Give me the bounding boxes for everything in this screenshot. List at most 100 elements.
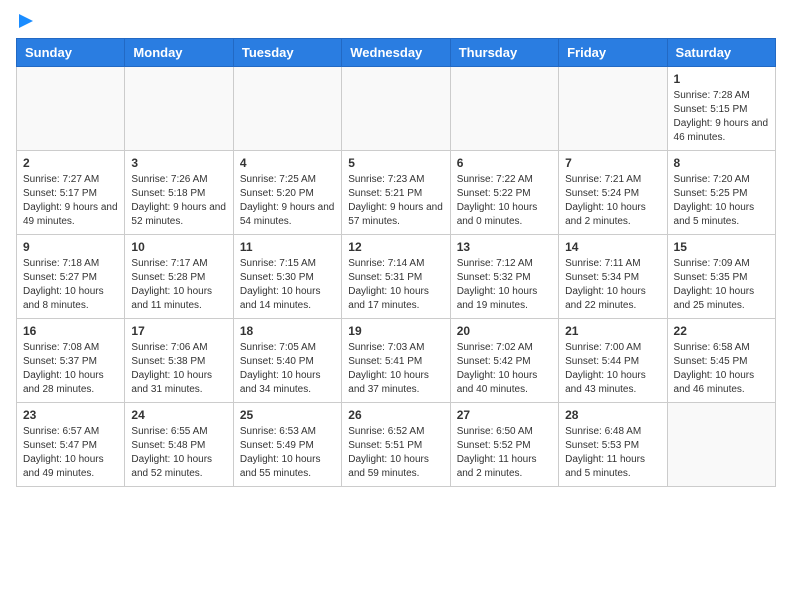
day-number: 20 (457, 324, 552, 338)
calendar-day-cell: 21 Sunrise: 7:00 AM Sunset: 5:44 PM Dayli… (559, 319, 667, 403)
weekday-header-friday: Friday (559, 39, 667, 67)
day-info: Sunrise: 7:03 AM Sunset: 5:41 PM Dayligh… (348, 341, 443, 397)
weekday-header-thursday: Thursday (450, 39, 558, 67)
calendar-day-cell: 9 Sunrise: 7:18 AM Sunset: 5:27 PM Daylig… (17, 235, 125, 319)
logo-arrow-icon (17, 12, 35, 30)
day-info: Sunrise: 7:05 AM Sunset: 5:40 PM Dayligh… (240, 341, 335, 397)
day-info: Sunrise: 7:21 AM Sunset: 5:24 PM Dayligh… (565, 173, 660, 229)
day-info: Sunrise: 6:53 AM Sunset: 5:49 PM Dayligh… (240, 425, 335, 481)
calendar-day-cell: 5 Sunrise: 7:23 AM Sunset: 5:21 PM Daylig… (342, 151, 450, 235)
calendar-day-cell: 18 Sunrise: 7:05 AM Sunset: 5:40 PM Dayli… (233, 319, 341, 403)
calendar-day-cell: 23Sunrise: 6:57 AM Sunset: 5:47 PM Dayli… (17, 403, 125, 487)
calendar-day-cell: 25 Sunrise: 6:53 AM Sunset: 5:49 PM Dayli… (233, 403, 341, 487)
calendar-day-cell (667, 403, 775, 487)
day-number: 19 (348, 324, 443, 338)
calendar-day-cell: 8 Sunrise: 7:20 AM Sunset: 5:25 PM Daylig… (667, 151, 775, 235)
calendar-day-cell (450, 67, 558, 151)
calendar-day-cell (125, 67, 233, 151)
day-info: Sunrise: 7:00 AM Sunset: 5:44 PM Dayligh… (565, 341, 660, 397)
calendar-header-row: SundayMondayTuesdayWednesdayThursdayFrid… (17, 39, 776, 67)
day-number: 2 (23, 156, 118, 170)
weekday-header-sunday: Sunday (17, 39, 125, 67)
day-number: 25 (240, 408, 335, 422)
day-info: Sunrise: 7:18 AM Sunset: 5:27 PM Dayligh… (23, 257, 118, 313)
weekday-header-saturday: Saturday (667, 39, 775, 67)
day-number: 3 (131, 156, 226, 170)
day-number: 28 (565, 408, 660, 422)
day-number: 18 (240, 324, 335, 338)
day-number: 22 (674, 324, 769, 338)
calendar-day-cell: 3 Sunrise: 7:26 AM Sunset: 5:18 PM Daylig… (125, 151, 233, 235)
calendar-day-cell: 1 Sunrise: 7:28 AM Sunset: 5:15 PM Daylig… (667, 67, 775, 151)
calendar-day-cell (342, 67, 450, 151)
day-info: Sunrise: 7:02 AM Sunset: 5:42 PM Dayligh… (457, 341, 552, 397)
calendar-day-cell: 4Sunrise: 7:25 AM Sunset: 5:20 PM Daylig… (233, 151, 341, 235)
calendar-day-cell: 2 Sunrise: 7:27 AM Sunset: 5:17 PM Daylig… (17, 151, 125, 235)
day-info: Sunrise: 6:50 AM Sunset: 5:52 PM Dayligh… (457, 425, 552, 481)
day-number: 14 (565, 240, 660, 254)
calendar-day-cell: 22 Sunrise: 6:58 AM Sunset: 5:45 PM Dayli… (667, 319, 775, 403)
day-info: Sunrise: 7:12 AM Sunset: 5:32 PM Dayligh… (457, 257, 552, 313)
calendar-day-cell: 17 Sunrise: 7:06 AM Sunset: 5:38 PM Dayli… (125, 319, 233, 403)
logo (16, 16, 35, 26)
day-info: Sunrise: 7:06 AM Sunset: 5:38 PM Dayligh… (131, 341, 226, 397)
day-info: Sunrise: 6:55 AM Sunset: 5:48 PM Dayligh… (131, 425, 226, 481)
calendar-day-cell: 28 Sunrise: 6:48 AM Sunset: 5:53 PM Dayli… (559, 403, 667, 487)
calendar-day-cell: 16 Sunrise: 7:08 AM Sunset: 5:37 PM Dayli… (17, 319, 125, 403)
calendar-week-row: 23Sunrise: 6:57 AM Sunset: 5:47 PM Dayli… (17, 403, 776, 487)
calendar-day-cell (17, 67, 125, 151)
day-info: Sunrise: 7:20 AM Sunset: 5:25 PM Dayligh… (674, 173, 769, 229)
day-number: 5 (348, 156, 443, 170)
calendar-day-cell: 6 Sunrise: 7:22 AM Sunset: 5:22 PM Daylig… (450, 151, 558, 235)
calendar-day-cell: 10Sunrise: 7:17 AM Sunset: 5:28 PM Dayli… (125, 235, 233, 319)
calendar-week-row: 1 Sunrise: 7:28 AM Sunset: 5:15 PM Daylig… (17, 67, 776, 151)
day-number: 1 (674, 72, 769, 86)
calendar-day-cell: 14Sunrise: 7:11 AM Sunset: 5:34 PM Dayli… (559, 235, 667, 319)
day-info: Sunrise: 7:26 AM Sunset: 5:18 PM Dayligh… (131, 173, 226, 229)
day-number: 17 (131, 324, 226, 338)
day-number: 16 (23, 324, 118, 338)
calendar-day-cell: 11 Sunrise: 7:15 AM Sunset: 5:30 PM Dayli… (233, 235, 341, 319)
day-info: Sunrise: 6:57 AM Sunset: 5:47 PM Dayligh… (23, 425, 118, 481)
weekday-header-wednesday: Wednesday (342, 39, 450, 67)
weekday-header-monday: Monday (125, 39, 233, 67)
calendar-day-cell: 26 Sunrise: 6:52 AM Sunset: 5:51 PM Dayli… (342, 403, 450, 487)
day-info: Sunrise: 7:08 AM Sunset: 5:37 PM Dayligh… (23, 341, 118, 397)
day-info: Sunrise: 7:27 AM Sunset: 5:17 PM Dayligh… (23, 173, 118, 229)
day-info: Sunrise: 6:52 AM Sunset: 5:51 PM Dayligh… (348, 425, 443, 481)
calendar-day-cell: 13 Sunrise: 7:12 AM Sunset: 5:32 PM Dayli… (450, 235, 558, 319)
day-info: Sunrise: 7:15 AM Sunset: 5:30 PM Dayligh… (240, 257, 335, 313)
calendar-day-cell (233, 67, 341, 151)
day-number: 21 (565, 324, 660, 338)
day-info: Sunrise: 7:22 AM Sunset: 5:22 PM Dayligh… (457, 173, 552, 229)
day-number: 6 (457, 156, 552, 170)
day-info: Sunrise: 7:09 AM Sunset: 5:35 PM Dayligh… (674, 257, 769, 313)
calendar-week-row: 9 Sunrise: 7:18 AM Sunset: 5:27 PM Daylig… (17, 235, 776, 319)
day-number: 26 (348, 408, 443, 422)
day-number: 12 (348, 240, 443, 254)
day-info: Sunrise: 7:28 AM Sunset: 5:15 PM Dayligh… (674, 89, 769, 145)
day-number: 13 (457, 240, 552, 254)
day-number: 27 (457, 408, 552, 422)
calendar-day-cell: 20 Sunrise: 7:02 AM Sunset: 5:42 PM Dayli… (450, 319, 558, 403)
calendar-day-cell: 19 Sunrise: 7:03 AM Sunset: 5:41 PM Dayli… (342, 319, 450, 403)
calendar-day-cell: 24 Sunrise: 6:55 AM Sunset: 5:48 PM Dayli… (125, 403, 233, 487)
day-info: Sunrise: 6:58 AM Sunset: 5:45 PM Dayligh… (674, 341, 769, 397)
day-info: Sunrise: 6:48 AM Sunset: 5:53 PM Dayligh… (565, 425, 660, 481)
day-info: Sunrise: 7:17 AM Sunset: 5:28 PM Dayligh… (131, 257, 226, 313)
day-number: 24 (131, 408, 226, 422)
calendar-day-cell: 12 Sunrise: 7:14 AM Sunset: 5:31 PM Dayli… (342, 235, 450, 319)
day-number: 9 (23, 240, 118, 254)
calendar-day-cell: 7 Sunrise: 7:21 AM Sunset: 5:24 PM Daylig… (559, 151, 667, 235)
day-number: 15 (674, 240, 769, 254)
day-number: 11 (240, 240, 335, 254)
weekday-header-tuesday: Tuesday (233, 39, 341, 67)
day-info: Sunrise: 7:14 AM Sunset: 5:31 PM Dayligh… (348, 257, 443, 313)
page-header (16, 16, 776, 26)
calendar-week-row: 16 Sunrise: 7:08 AM Sunset: 5:37 PM Dayli… (17, 319, 776, 403)
day-info: Sunrise: 7:23 AM Sunset: 5:21 PM Dayligh… (348, 173, 443, 229)
day-number: 8 (674, 156, 769, 170)
calendar-day-cell: 27 Sunrise: 6:50 AM Sunset: 5:52 PM Dayli… (450, 403, 558, 487)
day-number: 7 (565, 156, 660, 170)
calendar-table: SundayMondayTuesdayWednesdayThursdayFrid… (16, 38, 776, 487)
